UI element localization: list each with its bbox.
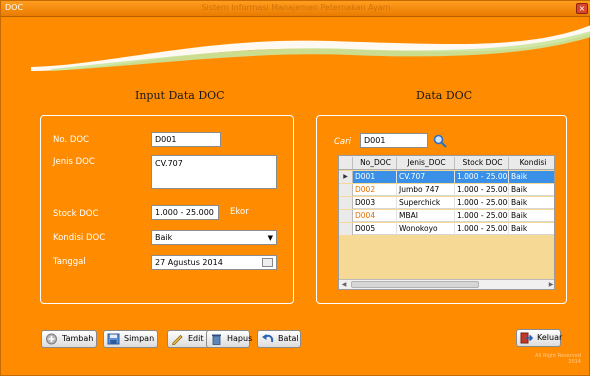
grid-header: No_DOC Jenis_DOC Stock DOC Kondisi: [339, 156, 554, 170]
row-header: [339, 223, 353, 235]
row-header: [339, 184, 353, 196]
stock-doc-field[interactable]: 1.000 - 25.000: [151, 205, 219, 220]
jenis-doc-field[interactable]: CV.707: [151, 155, 277, 189]
table-row[interactable]: ▶ D001 CV.707 1.000 - 25.00... Baik: [339, 171, 554, 183]
no-doc-label: No. DOC: [53, 135, 89, 145]
search-label: Cari: [334, 137, 351, 147]
scroll-left-icon[interactable]: ◀: [339, 280, 349, 289]
app-caption: Sistem Informasi Manajemen Peternakan Ay…: [201, 3, 391, 12]
edit-label: Edit: [188, 334, 204, 343]
save-icon: [107, 333, 120, 345]
stock-unit-label: Ekor: [230, 207, 249, 217]
hapus-button[interactable]: Hapus: [206, 330, 253, 348]
data-section-title: Data DOC: [416, 89, 473, 102]
table-cell: Baik: [509, 184, 554, 196]
batal-button[interactable]: Batal: [257, 330, 301, 348]
calendar-icon[interactable]: [262, 258, 273, 267]
main-window: DOC Sistem Informasi Manajemen Peternaka…: [0, 0, 590, 376]
edit-button[interactable]: Edit: [167, 330, 209, 348]
copyright-year: 2014: [568, 359, 581, 365]
table-cell: Wonokoyo: [397, 223, 455, 235]
kondisi-doc-value: Baik: [155, 233, 173, 242]
table-cell: 1.000 - 25.00...: [455, 171, 509, 183]
batal-label: Batal: [278, 334, 299, 343]
close-button[interactable]: ×: [576, 3, 588, 14]
table-cell: 1.000 - 25.000: [457, 223, 509, 235]
table-cell: CV.707: [397, 171, 455, 183]
no-doc-field[interactable]: D001: [151, 132, 221, 147]
input-section-title: Input Data DOC: [135, 89, 225, 102]
table-cell: 1.000 - 25.000: [457, 184, 509, 196]
table-cell: 1.000 - 25.000: [457, 197, 509, 209]
column-header[interactable]: No_DOC: [353, 157, 397, 169]
scroll-right-icon[interactable]: ▶: [546, 280, 554, 289]
keluar-button[interactable]: Keluar: [516, 329, 563, 347]
search-icon[interactable]: [433, 134, 447, 148]
column-header[interactable]: Stock DOC: [455, 157, 509, 169]
keluar-label: Keluar: [537, 333, 563, 342]
add-icon: [46, 333, 57, 345]
chevron-down-icon: ▼: [267, 234, 273, 242]
table-cell: Baik: [509, 210, 554, 222]
doc-data-grid[interactable]: No_DOC Jenis_DOC Stock DOC Kondisi ▶ D00…: [338, 155, 555, 290]
search-input[interactable]: D001: [360, 133, 428, 148]
scrollbar-thumb[interactable]: [351, 281, 479, 288]
trash-icon: [212, 334, 221, 345]
column-header[interactable]: Jenis_DOC: [397, 157, 455, 169]
table-cell: Baik: [509, 223, 554, 235]
hapus-label: Hapus: [227, 334, 253, 343]
header-swoosh: [31, 25, 590, 71]
table-cell: MBAI: [397, 210, 455, 222]
table-row[interactable]: D003 Superchick 1.000 - 25.000 Baik: [339, 197, 554, 209]
exit-icon: [520, 332, 533, 344]
table-cell: D004: [353, 210, 397, 222]
copyright-notice: All Right Reserved 2014: [535, 353, 581, 365]
table-row[interactable]: D004 MBAI 1.000 - 25.000 Baik: [339, 210, 554, 222]
jenis-doc-label: Jenis DOC: [53, 157, 95, 167]
tanggal-datepicker[interactable]: 27 Agustus 2014: [151, 255, 277, 270]
horizontal-scrollbar[interactable]: ◀ ▶: [339, 279, 554, 289]
table-cell: 1.000 - 25.000: [457, 210, 509, 222]
grid-corner: [339, 157, 353, 169]
stock-doc-label: Stock DOC: [53, 209, 99, 219]
table-cell: D001: [353, 171, 397, 183]
table-cell: Baik: [509, 197, 554, 209]
tanggal-label: Tanggal: [53, 257, 86, 267]
kondisi-doc-label: Kondisi DOC: [53, 233, 106, 243]
table-row[interactable]: D005 Wonokoyo 1.000 - 25.000 Baik: [339, 223, 554, 235]
undo-icon: [262, 334, 274, 343]
row-header: [339, 210, 353, 222]
kondisi-doc-select[interactable]: Baik ▼: [151, 230, 277, 245]
simpan-label: Simpan: [124, 334, 155, 343]
row-header: [339, 197, 353, 209]
table-cell: D002: [353, 184, 397, 196]
table-cell: Jumbo 747: [397, 184, 455, 196]
table-row[interactable]: D002 Jumbo 747 1.000 - 25.000 Baik: [339, 184, 554, 196]
table-cell: Superchick: [397, 197, 455, 209]
simpan-button[interactable]: Simpan: [103, 330, 158, 348]
table-cell: D003: [353, 197, 397, 209]
tambah-button[interactable]: Tambah: [41, 330, 97, 348]
column-header[interactable]: Kondisi: [509, 157, 554, 169]
tambah-label: Tambah: [62, 334, 94, 343]
edit-icon: [172, 334, 183, 345]
row-selector-icon: ▶: [339, 171, 353, 183]
title-bar: DOC Sistem Informasi Manajemen Peternaka…: [1, 1, 590, 17]
tanggal-value: 27 Agustus 2014: [155, 258, 223, 267]
table-cell: Baik: [509, 171, 554, 183]
table-cell: D005: [353, 223, 397, 235]
